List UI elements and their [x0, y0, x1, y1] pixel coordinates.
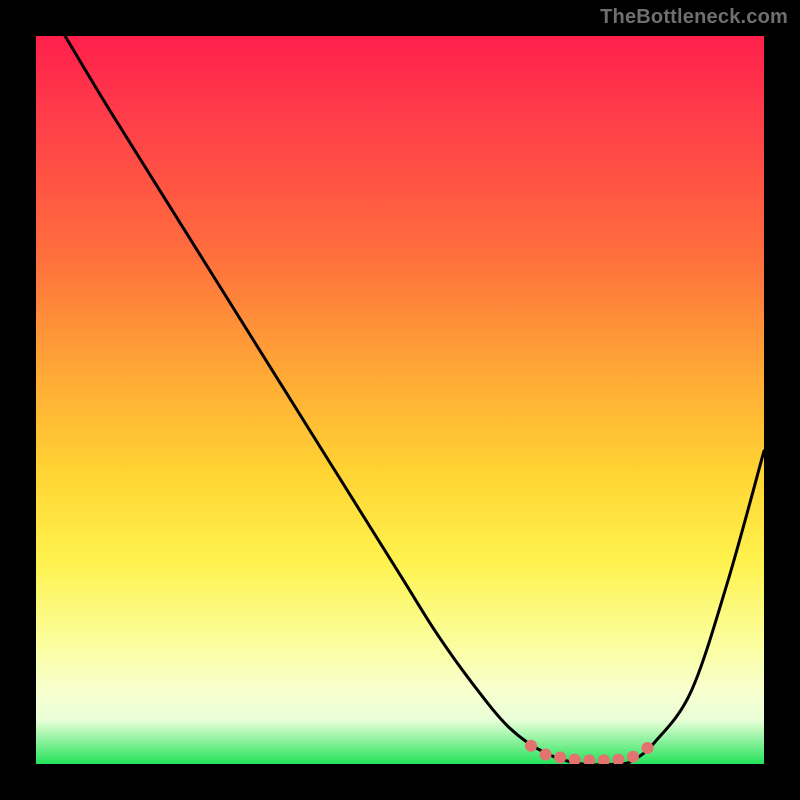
curve-marker — [569, 754, 581, 764]
curve-marker — [627, 751, 639, 763]
curve-marker — [525, 740, 537, 752]
watermark-text: TheBottleneck.com — [600, 6, 788, 29]
curve-path — [65, 36, 764, 764]
curve-layer — [36, 36, 764, 764]
curve-marker — [598, 754, 610, 764]
curve-marker — [583, 754, 595, 764]
curve-marker — [554, 751, 566, 763]
plot-area — [36, 36, 764, 764]
curve-marker — [540, 749, 552, 761]
chart-container: TheBottleneck.com — [0, 0, 800, 800]
curve-marker — [612, 754, 624, 764]
curve-marker — [642, 742, 654, 754]
